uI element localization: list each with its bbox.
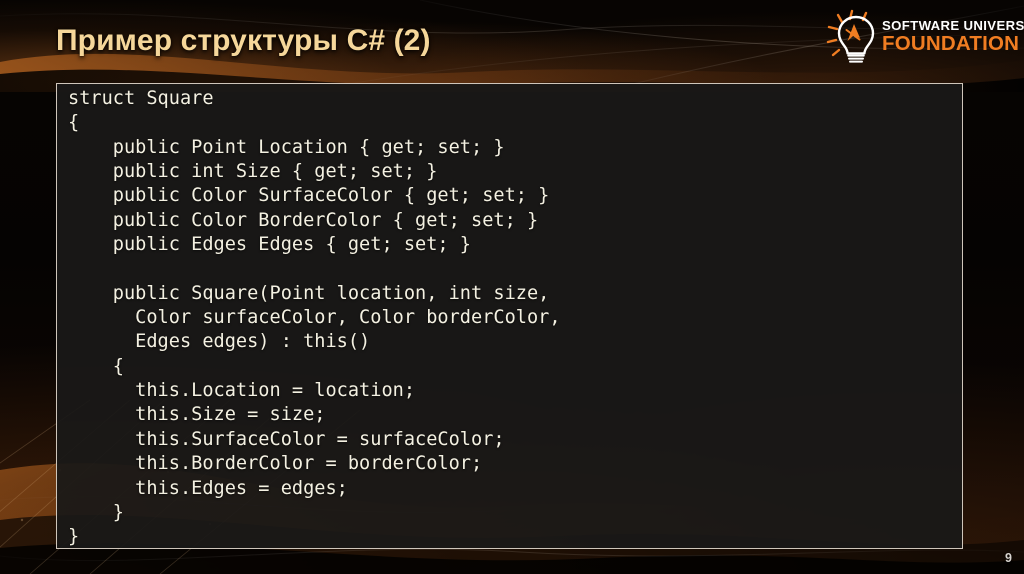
code-snippet: struct Square { public Point Location { … bbox=[68, 88, 561, 548]
lightbulb-icon bbox=[826, 9, 875, 63]
slide: Пример структуры C# (2) SOFTWARE UNIVERS… bbox=[0, 0, 1024, 574]
logo-line-software-university: SOFTWARE UNIVERSITY bbox=[882, 18, 1024, 33]
logo-text-block: SOFTWARE UNIVERSITY FOUNDATION bbox=[882, 18, 1024, 55]
logo-line-foundation: FOUNDATION bbox=[882, 32, 1020, 55]
code-block-container: struct Square { public Point Location { … bbox=[56, 83, 963, 549]
page-title: Пример структуры C# (2) bbox=[56, 24, 431, 57]
slide-header: Пример структуры C# (2) SOFTWARE UNIVERS… bbox=[0, 0, 1024, 80]
slide-page-number: 9 bbox=[1005, 551, 1012, 565]
software-university-foundation-logo: SOFTWARE UNIVERSITY FOUNDATION bbox=[820, 6, 1024, 70]
